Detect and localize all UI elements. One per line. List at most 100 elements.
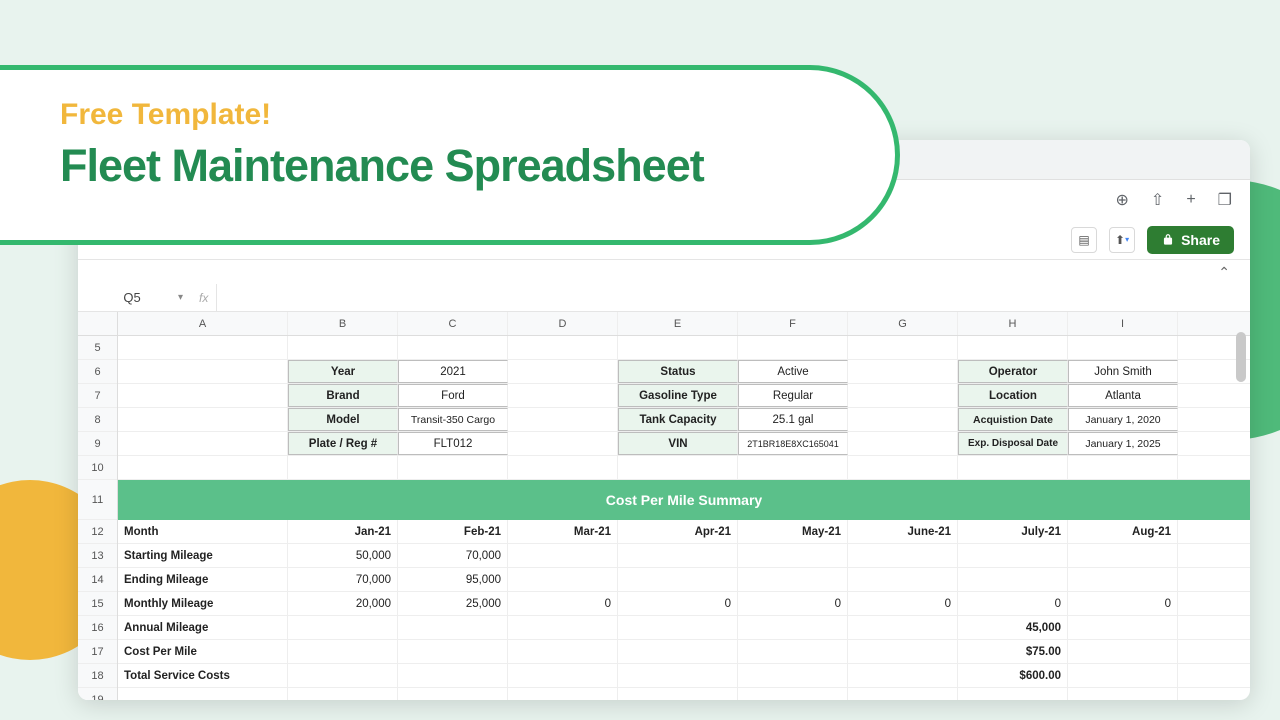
cell[interactable] — [848, 568, 958, 591]
cell-value[interactable]: FLT012 — [398, 432, 508, 455]
cell[interactable] — [508, 336, 618, 359]
cell[interactable]: Apr-21 — [618, 520, 738, 543]
row-header[interactable]: 19 — [78, 688, 117, 700]
cell-label[interactable]: Cost Per Mile — [118, 640, 288, 663]
row-header[interactable]: 17 — [78, 640, 117, 664]
select-all-corner[interactable] — [78, 312, 117, 336]
vertical-scrollbar[interactable] — [1236, 332, 1246, 692]
cell-value[interactable]: Regular — [738, 384, 848, 407]
cell-value[interactable]: Ford — [398, 384, 508, 407]
cell[interactable] — [848, 688, 958, 700]
col-header[interactable]: H — [958, 312, 1068, 335]
cell[interactable] — [618, 544, 738, 567]
cell[interactable]: June-21 — [848, 520, 958, 543]
toolbar-icon-1[interactable]: ▤ — [1071, 227, 1097, 253]
cell[interactable] — [398, 336, 508, 359]
cell[interactable] — [1068, 664, 1178, 687]
cell[interactable] — [288, 336, 398, 359]
cell[interactable] — [118, 688, 288, 700]
cell[interactable] — [398, 640, 508, 663]
row-header[interactable]: 15 — [78, 592, 117, 616]
row-header[interactable]: 11 — [78, 480, 117, 520]
formula-input[interactable] — [216, 284, 1250, 311]
cell[interactable] — [738, 640, 848, 663]
cell[interactable]: 0 — [958, 592, 1068, 615]
row-header[interactable]: 6 — [78, 360, 117, 384]
cell[interactable] — [288, 616, 398, 639]
cell[interactable] — [1068, 568, 1178, 591]
cell-value[interactable]: Transit-350 Cargo — [398, 408, 508, 431]
cell-value[interactable]: Active — [738, 360, 848, 383]
cell[interactable] — [1068, 616, 1178, 639]
cell[interactable] — [118, 336, 288, 359]
cell-label[interactable]: Model — [288, 408, 398, 431]
cell-label[interactable]: Brand — [288, 384, 398, 407]
cell[interactable] — [618, 664, 738, 687]
cell-label[interactable]: Operator — [958, 360, 1068, 383]
col-header[interactable]: C — [398, 312, 508, 335]
cell[interactable]: May-21 — [738, 520, 848, 543]
cell[interactable] — [848, 456, 958, 479]
cell-value[interactable]: 2T1BR18E8XC165041 — [738, 432, 848, 455]
cell[interactable] — [118, 384, 288, 407]
cell[interactable]: 0 — [618, 592, 738, 615]
cell[interactable]: Mar-21 — [508, 520, 618, 543]
cell[interactable] — [118, 360, 288, 383]
name-box-dropdown[interactable]: ▾ — [172, 292, 189, 303]
row-header[interactable]: 18 — [78, 664, 117, 688]
row-header[interactable]: 12 — [78, 520, 117, 544]
cell[interactable] — [118, 456, 288, 479]
cell-label[interactable]: Gasoline Type — [618, 384, 738, 407]
cell[interactable]: $75.00 — [958, 640, 1068, 663]
cell-value[interactable]: January 1, 2025 — [1068, 432, 1178, 455]
cell[interactable] — [288, 640, 398, 663]
cell-label[interactable]: Annual Mileage — [118, 616, 288, 639]
cell[interactable] — [508, 568, 618, 591]
cell-value[interactable]: 2021 — [398, 360, 508, 383]
cell[interactable]: 0 — [738, 592, 848, 615]
cell[interactable] — [508, 688, 618, 700]
cell[interactable] — [398, 616, 508, 639]
cell[interactable] — [738, 664, 848, 687]
share-icon[interactable]: ⇧ — [1151, 190, 1164, 210]
cell[interactable]: 45,000 — [958, 616, 1068, 639]
chevron-up-icon[interactable]: ⌃ — [1218, 264, 1230, 281]
cell[interactable] — [958, 456, 1068, 479]
cell-label[interactable]: Ending Mileage — [118, 568, 288, 591]
cell[interactable] — [398, 456, 508, 479]
cell[interactable]: 0 — [1068, 592, 1178, 615]
cell[interactable] — [848, 640, 958, 663]
cell-label[interactable]: Monthly Mileage — [118, 592, 288, 615]
cell[interactable] — [1068, 456, 1178, 479]
cell[interactable] — [848, 384, 958, 407]
cell[interactable] — [618, 456, 738, 479]
scrollbar-thumb[interactable] — [1236, 332, 1246, 382]
cell[interactable]: 70,000 — [398, 544, 508, 567]
cell[interactable] — [1068, 544, 1178, 567]
cell-value[interactable]: January 1, 2020 — [1068, 408, 1178, 431]
cell[interactable] — [618, 640, 738, 663]
cell[interactable] — [848, 432, 958, 455]
cell[interactable] — [958, 336, 1068, 359]
row-header[interactable]: 10 — [78, 456, 117, 480]
row-header[interactable]: 16 — [78, 616, 117, 640]
cell[interactable]: $600.00 — [958, 664, 1068, 687]
cell[interactable] — [618, 616, 738, 639]
cell[interactable] — [508, 456, 618, 479]
sheet-grid[interactable]: A B C D E F G H I — [118, 312, 1250, 700]
cell-label[interactable]: Plate / Reg # — [288, 432, 398, 455]
cell[interactable] — [738, 456, 848, 479]
cell[interactable]: 0 — [508, 592, 618, 615]
cell[interactable] — [508, 544, 618, 567]
cell[interactable] — [508, 616, 618, 639]
cell[interactable] — [848, 664, 958, 687]
cell[interactable] — [398, 688, 508, 700]
cell[interactable]: July-21 — [958, 520, 1068, 543]
cell[interactable]: 50,000 — [288, 544, 398, 567]
cell[interactable] — [618, 568, 738, 591]
cell[interactable] — [118, 408, 288, 431]
cell[interactable] — [848, 408, 958, 431]
cell[interactable] — [738, 616, 848, 639]
cell[interactable] — [508, 408, 618, 431]
col-header[interactable]: F — [738, 312, 848, 335]
